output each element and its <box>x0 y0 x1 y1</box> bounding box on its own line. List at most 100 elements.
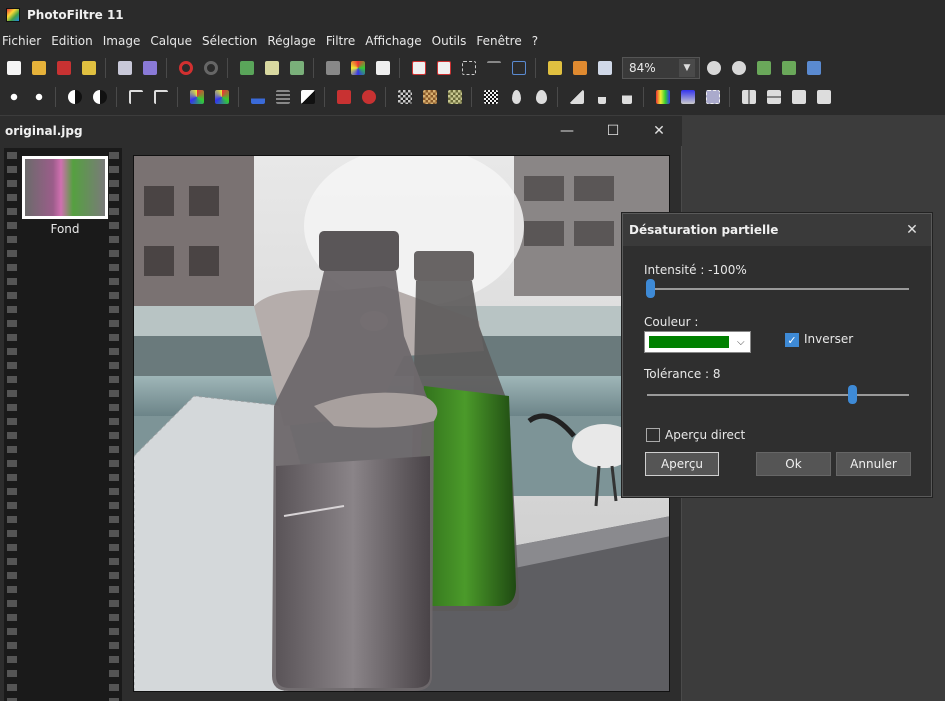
separator <box>385 87 386 107</box>
color-select[interactable]: ⌵ <box>644 331 751 353</box>
balance-icon[interactable] <box>272 86 294 108</box>
emboss-icon[interactable] <box>566 86 588 108</box>
separator <box>471 87 472 107</box>
levels-icon[interactable] <box>247 86 269 108</box>
menu-help[interactable]: ? <box>530 34 543 48</box>
layer-thumbnail-image <box>25 159 105 216</box>
sharpen-icon[interactable] <box>530 86 552 108</box>
print-icon[interactable] <box>114 57 136 79</box>
zoom-out-icon[interactable] <box>728 57 750 79</box>
canvas-size-icon[interactable] <box>433 57 455 79</box>
saturation-minus-icon[interactable] <box>186 86 208 108</box>
live-preview-label: Aperçu direct <box>665 428 746 442</box>
scan-icon[interactable] <box>139 57 161 79</box>
menu-reglage[interactable]: Réglage <box>265 34 321 48</box>
auto-levels-icon[interactable] <box>333 86 355 108</box>
transparency-icon[interactable] <box>372 57 394 79</box>
menu-filtre[interactable]: Filtre <box>324 34 360 48</box>
separator <box>535 58 536 78</box>
minimize-icon[interactable]: — <box>557 121 577 141</box>
contour-icon[interactable] <box>616 86 638 108</box>
menu-outils[interactable]: Outils <box>430 34 472 48</box>
paste-image-icon[interactable] <box>236 57 258 79</box>
undo-icon[interactable] <box>175 57 197 79</box>
separator <box>399 58 400 78</box>
grayscale-icon[interactable] <box>322 57 344 79</box>
new-file-icon[interactable] <box>3 57 25 79</box>
maximize-icon[interactable]: ☐ <box>603 121 623 141</box>
pixelize-icon[interactable] <box>394 86 416 108</box>
image-canvas[interactable] <box>133 155 670 692</box>
intensity-slider-track[interactable] <box>647 288 909 290</box>
separator <box>238 87 239 107</box>
auto-crop-icon[interactable] <box>508 57 530 79</box>
contrast-plus-icon[interactable] <box>89 86 111 108</box>
menu-fenetre[interactable]: Fenêtre <box>474 34 526 48</box>
invert-icon[interactable] <box>297 86 319 108</box>
plugins-icon[interactable] <box>569 57 591 79</box>
intensity-slider-thumb[interactable] <box>646 279 655 298</box>
close-icon[interactable]: ✕ <box>903 221 921 239</box>
copy-icon[interactable] <box>261 57 283 79</box>
cancel-button[interactable]: Annuler <box>836 452 911 476</box>
tolerance-slider-track[interactable] <box>647 394 909 396</box>
auto-contrast-icon[interactable] <box>358 86 380 108</box>
mosaic-icon[interactable] <box>419 86 441 108</box>
fit-window-icon[interactable] <box>778 57 800 79</box>
palette-icon[interactable] <box>347 57 369 79</box>
menu-selection[interactable]: Sélection <box>200 34 262 48</box>
crop-icon[interactable] <box>458 57 480 79</box>
blur-icon[interactable] <box>505 86 527 108</box>
zoom-in-icon[interactable] <box>703 57 725 79</box>
zoom-select[interactable]: 84% ▼ <box>622 57 700 79</box>
text-icon[interactable] <box>483 57 505 79</box>
document-title: original.jpg <box>5 124 83 138</box>
menu-bar: Fichier Edition Image Calque Sélection R… <box>0 31 945 51</box>
lighten-icon[interactable] <box>28 86 50 108</box>
menu-calque[interactable]: Calque <box>148 34 197 48</box>
separator <box>55 87 56 107</box>
flip-horizontal-icon[interactable] <box>738 86 760 108</box>
actual-size-icon[interactable] <box>753 57 775 79</box>
dither-icon[interactable] <box>480 86 502 108</box>
rotate-left-icon[interactable] <box>788 86 810 108</box>
image-size-icon[interactable] <box>408 57 430 79</box>
gamma-plus-icon[interactable] <box>150 86 172 108</box>
flip-vertical-icon[interactable] <box>763 86 785 108</box>
contrast-minus-icon[interactable] <box>64 86 86 108</box>
main-toolbar: 84% ▼ <box>0 55 945 81</box>
preview-button[interactable]: Aperçu <box>645 452 719 476</box>
document-header: original.jpg — ☐ ✕ <box>0 116 682 146</box>
open-file-icon[interactable] <box>28 57 50 79</box>
monitor-icon[interactable] <box>677 86 699 108</box>
explorer-icon[interactable] <box>544 57 566 79</box>
chevron-down-icon[interactable]: ▼ <box>679 59 695 77</box>
live-preview-checkbox[interactable] <box>646 428 660 442</box>
edges-icon[interactable] <box>591 86 613 108</box>
saturation-plus-icon[interactable] <box>211 86 233 108</box>
darken-icon[interactable] <box>3 86 25 108</box>
save-as-icon[interactable] <box>78 57 100 79</box>
ok-button[interactable]: Ok <box>756 452 831 476</box>
menu-edition[interactable]: Edition <box>49 34 98 48</box>
invert-checkbox[interactable]: ✓ <box>785 333 799 347</box>
separator <box>166 58 167 78</box>
document-window: original.jpg — ☐ ✕ Fond <box>0 116 682 701</box>
paste-icon[interactable] <box>286 57 308 79</box>
menu-affichage[interactable]: Affichage <box>363 34 426 48</box>
fullscreen-icon[interactable] <box>803 57 825 79</box>
close-icon[interactable]: ✕ <box>649 121 669 141</box>
filter-toolbar <box>0 84 945 110</box>
redo-icon[interactable] <box>200 57 222 79</box>
tolerance-slider-thumb[interactable] <box>848 385 857 404</box>
menu-fichier[interactable]: Fichier <box>0 34 46 48</box>
grain-icon[interactable] <box>444 86 466 108</box>
gamma-minus-icon[interactable] <box>125 86 147 108</box>
rotate-right-icon[interactable] <box>813 86 835 108</box>
menu-image[interactable]: Image <box>101 34 146 48</box>
transform-icon[interactable] <box>702 86 724 108</box>
batch-icon[interactable] <box>594 57 616 79</box>
layer-thumbnail[interactable] <box>22 156 108 219</box>
save-icon[interactable] <box>53 57 75 79</box>
gradient-icon[interactable] <box>652 86 674 108</box>
